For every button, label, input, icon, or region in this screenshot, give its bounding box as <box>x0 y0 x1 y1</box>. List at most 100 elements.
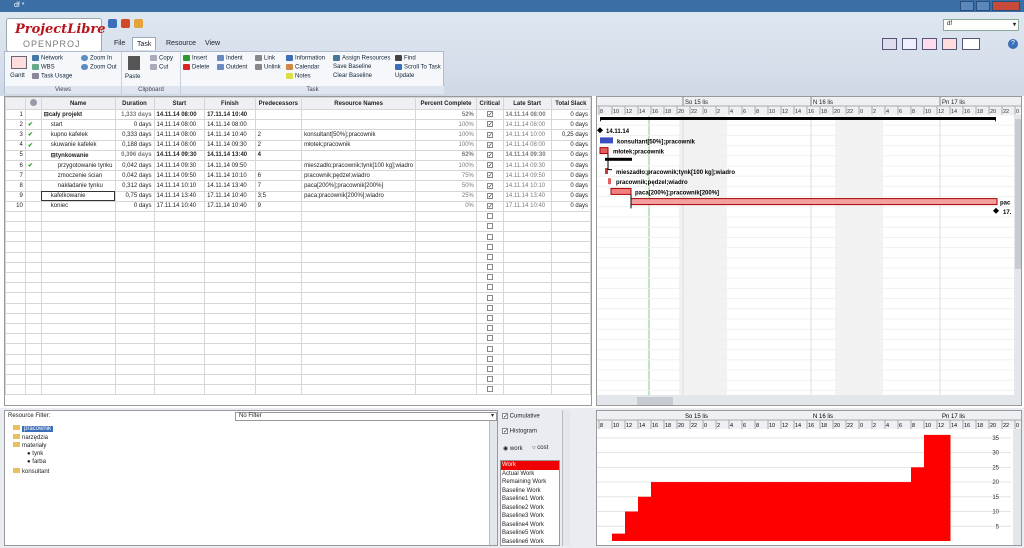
cut-button[interactable]: Cut <box>150 64 168 71</box>
task-name-cell[interactable]: start <box>40 119 116 131</box>
critical-checkbox[interactable] <box>486 233 493 240</box>
task-grid[interactable]: Name Duration Start Finish Predecessors Resou… <box>4 96 592 406</box>
empty-cell[interactable] <box>5 282 26 294</box>
column-header[interactable]: Late Start <box>502 97 552 110</box>
outdent-button[interactable]: Outdent <box>217 64 247 71</box>
empty-cell[interactable] <box>40 373 116 386</box>
table-row[interactable]: 2 ✔ start 0 days 14.11.14 08:00 14.11.14 08:0… <box>5 119 591 131</box>
empty-cell[interactable] <box>114 343 155 355</box>
tab-view[interactable]: View <box>201 37 224 50</box>
resource-tree-item[interactable]: konsultant <box>13 468 49 475</box>
empty-cell[interactable] <box>153 353 206 365</box>
empty-cell[interactable] <box>502 302 552 314</box>
empty-cell[interactable] <box>502 373 552 386</box>
person-view-icon[interactable] <box>902 38 917 50</box>
table-row[interactable]: 7 zmoczenie ścian 0,042 days 14.11.14 09:50… <box>5 170 591 182</box>
row-number-cell[interactable]: 2 <box>5 119 26 131</box>
empty-cell[interactable] <box>502 292 552 304</box>
empty-cell[interactable] <box>550 210 591 223</box>
empty-cell[interactable] <box>114 363 155 375</box>
empty-cell[interactable] <box>24 261 42 274</box>
critical-checkbox[interactable] <box>486 141 493 148</box>
finish-cell[interactable]: 17.11.14 10:40 <box>204 200 256 212</box>
summary-bar-tynkowanie[interactable] <box>605 157 632 161</box>
empty-cell[interactable] <box>475 343 504 355</box>
critical-checkbox[interactable] <box>486 315 493 322</box>
empty-cell[interactable] <box>153 231 206 243</box>
work-radio[interactable]: ◉ work <box>503 445 523 452</box>
late-start-cell[interactable]: 17.11.14 10:40 <box>502 200 552 212</box>
empty-cell[interactable] <box>204 261 256 274</box>
empty-cell[interactable] <box>475 271 504 284</box>
cumulative-toggle[interactable]: Cumulative <box>502 413 540 420</box>
empty-row[interactable] <box>5 251 591 263</box>
empty-cell[interactable] <box>415 271 477 284</box>
task-bar-skuwanie[interactable] <box>599 147 609 155</box>
resource-filter-select[interactable]: No Filter ▾ <box>235 412 497 421</box>
resource-tree-item[interactable]: narzędzia <box>13 433 48 441</box>
late-start-cell[interactable]: 14.11.14 08:00 <box>502 119 552 131</box>
empty-cell[interactable] <box>475 333 504 345</box>
empty-cell[interactable] <box>5 353 26 365</box>
empty-cell[interactable] <box>415 322 477 335</box>
duration-cell[interactable]: 0,042 days <box>114 159 155 172</box>
start-cell[interactable]: 17.11.14 10:40 <box>153 200 206 212</box>
empty-cell[interactable] <box>24 221 42 233</box>
field-list-item[interactable]: Baseline4 Work <box>501 521 559 530</box>
row-number-cell[interactable]: 7 <box>5 170 26 182</box>
empty-cell[interactable] <box>40 251 116 263</box>
insert-button[interactable]: Insert <box>183 55 207 62</box>
empty-cell[interactable] <box>254 231 303 243</box>
empty-cell[interactable] <box>5 251 26 263</box>
task-name-cell[interactable]: skuwanie kafelek <box>40 139 116 151</box>
empty-cell[interactable] <box>254 322 303 335</box>
empty-cell[interactable] <box>502 312 552 324</box>
empty-row[interactable] <box>5 221 591 233</box>
critical-checkbox[interactable] <box>486 172 493 179</box>
task-bar-kupno-kafelek[interactable] <box>600 137 613 144</box>
empty-cell[interactable] <box>24 210 42 223</box>
unlink-button[interactable]: Unlink <box>255 64 281 71</box>
table-row[interactable]: 10 koniec 0 days 17.11.14 10:40 17.11.14 10:… <box>5 200 591 212</box>
critical-checkbox[interactable] <box>486 274 493 281</box>
empty-cell[interactable] <box>301 210 417 223</box>
empty-cell[interactable] <box>502 282 552 294</box>
finish-cell[interactable]: 14.11.14 13:40 <box>204 149 256 161</box>
critical-checkbox[interactable] <box>486 376 493 383</box>
resource-names-cell[interactable] <box>301 200 417 212</box>
table-row[interactable]: 9 kafelkowanie 0,75 days 14.11.14 13:40 17.1… <box>5 190 591 202</box>
task-name-cell[interactable]: koniec <box>40 200 116 212</box>
empty-cell[interactable] <box>40 302 116 314</box>
critical-cell[interactable] <box>475 159 504 172</box>
empty-cell[interactable] <box>301 322 417 335</box>
empty-cell[interactable] <box>415 302 477 314</box>
start-cell[interactable]: 14.11.14 13:40 <box>153 190 206 202</box>
empty-row[interactable] <box>5 373 591 386</box>
empty-cell[interactable] <box>153 384 206 396</box>
empty-cell[interactable] <box>301 373 417 386</box>
empty-cell[interactable] <box>475 302 504 314</box>
empty-cell[interactable] <box>502 231 552 243</box>
resource-names-cell[interactable]: mieszadło;pracownik;tynk[100 kg];wiadro <box>301 159 417 172</box>
empty-cell[interactable] <box>24 333 42 345</box>
empty-cell[interactable] <box>5 343 26 355</box>
empty-cell[interactable] <box>254 302 303 314</box>
critical-checkbox[interactable] <box>486 365 493 372</box>
total-slack-cell[interactable]: 0 days <box>550 139 591 151</box>
column-header[interactable] <box>24 97 42 110</box>
empty-cell[interactable] <box>204 292 256 304</box>
field-list-item[interactable]: Work <box>501 461 559 470</box>
empty-cell[interactable] <box>475 282 504 294</box>
assign-resources-button[interactable]: Assign Resources <box>333 55 390 62</box>
predecessors-cell[interactable]: 7 <box>254 180 303 192</box>
empty-cell[interactable] <box>40 292 116 304</box>
predecessors-cell[interactable]: 4 <box>254 149 303 161</box>
predecessors-cell[interactable]: 6 <box>254 170 303 182</box>
empty-row[interactable] <box>5 292 591 304</box>
empty-cell[interactable] <box>475 384 504 396</box>
tab-resource[interactable]: Resource <box>162 37 200 50</box>
resource-names-cell[interactable]: paca;pracownik[200%];wiadro <box>301 190 417 202</box>
column-header[interactable]: Percent Complete <box>415 97 477 110</box>
empty-cell[interactable] <box>301 261 417 274</box>
finish-cell[interactable]: 17.11.14 10:40 <box>204 190 256 202</box>
